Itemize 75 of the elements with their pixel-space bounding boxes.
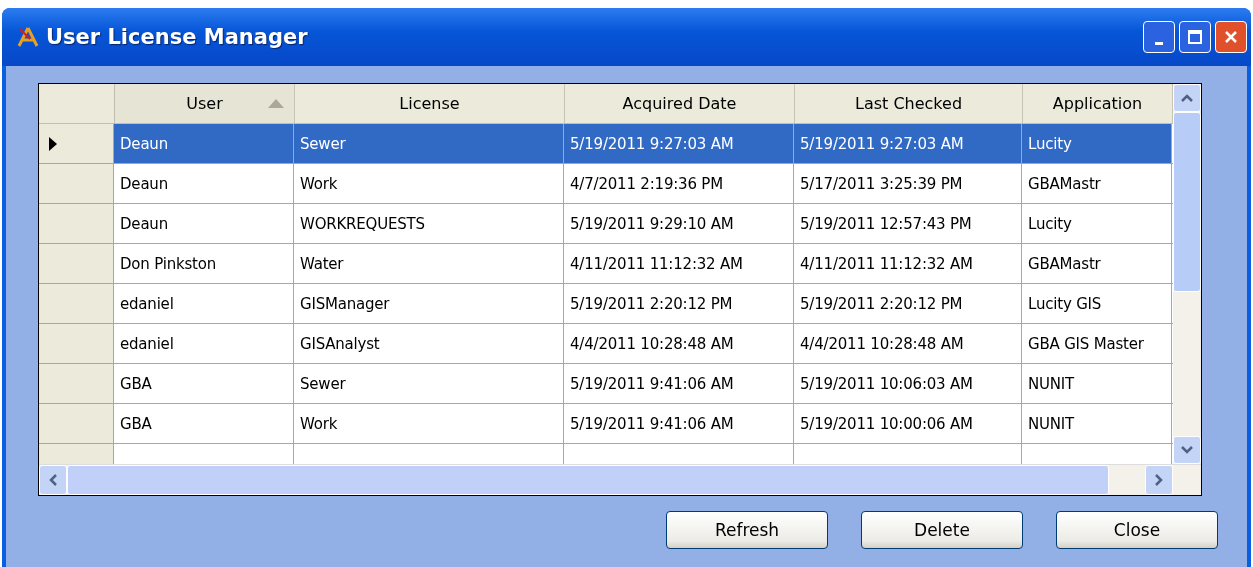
row-header[interactable]	[39, 324, 114, 363]
row-header[interactable]	[39, 244, 114, 283]
table-cell: edaniel	[114, 284, 294, 323]
table-cell: edaniel	[114, 324, 294, 363]
maximize-button[interactable]	[1179, 21, 1211, 53]
minimize-icon	[1155, 41, 1163, 45]
table-cell: Deaun	[114, 124, 294, 163]
row-header[interactable]	[39, 404, 114, 443]
table-cell: Lucity GIS	[1022, 284, 1172, 323]
scroll-thumb[interactable]	[1173, 112, 1201, 292]
chevron-left-icon	[49, 474, 57, 486]
maximize-icon	[1187, 29, 1203, 45]
table-cell: 5/19/2011 9:27:03 AM	[794, 124, 1022, 163]
dialog-button[interactable]: Close	[1056, 511, 1218, 549]
vertical-scrollbar[interactable]	[1173, 84, 1201, 464]
chevron-down-icon	[1181, 446, 1193, 454]
table-cell: 4/4/2011 10:28:48 AM	[564, 324, 794, 363]
table-cell: 5/19/2011 9:29:10 AM	[564, 204, 794, 243]
table-cell: GBA	[114, 364, 294, 403]
table-cell: 4/7/2011 2:19:36 PM	[564, 164, 794, 203]
scroll-down-button[interactable]	[1173, 436, 1201, 464]
row-header[interactable]	[39, 204, 114, 243]
minimize-button[interactable]	[1143, 21, 1175, 53]
table-cell: WORKREQUESTS	[294, 204, 564, 243]
close-icon	[1223, 29, 1239, 45]
row-header[interactable]	[39, 164, 114, 203]
table-cell: Deaun	[114, 164, 294, 203]
table-cell: Lucity	[1022, 124, 1172, 163]
table-cell: 5/19/2011 2:20:12 PM	[794, 284, 1022, 323]
table-cell: 5/19/2011 2:20:12 PM	[564, 284, 794, 323]
table-cell: NUNIT	[1022, 364, 1172, 403]
table-cell: Don Pinkston	[114, 244, 294, 283]
row-header[interactable]	[39, 364, 114, 403]
table-cell: 4/4/2011 10:28:48 AM	[794, 324, 1022, 363]
table-cell: 5/19/2011 9:41:06 AM	[564, 364, 794, 403]
column-header[interactable]: User	[115, 84, 295, 123]
row-header[interactable]	[39, 124, 114, 163]
current-row-icon	[49, 136, 57, 151]
sort-arrow-icon	[268, 99, 284, 108]
table-cell: 5/19/2011 10:00:06 AM	[794, 404, 1022, 443]
table-cell: 5/19/2011 12:57:43 PM	[794, 204, 1022, 243]
table-cell: GBAMastr	[1022, 164, 1172, 203]
table-cell: 5/19/2011 9:27:03 AM	[564, 124, 794, 163]
chevron-right-icon	[1155, 474, 1163, 486]
table-cell: Water	[294, 244, 564, 283]
close-button[interactable]	[1215, 21, 1247, 53]
table-cell: GBAMastr	[1022, 244, 1172, 283]
table-cell: GISManager	[294, 284, 564, 323]
table-cell: 5/17/2011 3:25:39 PM	[794, 164, 1022, 203]
table-cell: GBA GIS Master	[1022, 324, 1172, 363]
window-title: User License Manager	[46, 25, 309, 49]
table-cell: GISAnalyst	[294, 324, 564, 363]
table-cell: 5/19/2011 9:41:06 AM	[564, 404, 794, 443]
table-cell: NUNIT	[1022, 404, 1172, 443]
table-cell: GBA	[114, 404, 294, 443]
dialog-button[interactable]: Delete	[861, 511, 1023, 549]
scroll-right-button[interactable]	[1145, 465, 1173, 495]
chevron-up-icon	[1181, 94, 1193, 102]
table-cell: 4/11/2011 11:12:32 AM	[794, 244, 1022, 283]
table-cell: 4/11/2011 11:12:32 AM	[564, 244, 794, 283]
compass-icon	[16, 25, 40, 49]
column-header[interactable]: Last Checked	[795, 84, 1023, 123]
table-cell: Lucity	[1022, 204, 1172, 243]
table-cell: Sewer	[294, 364, 564, 403]
table-cell: 5/19/2011 10:06:03 AM	[794, 364, 1022, 403]
scroll-up-button[interactable]	[1173, 84, 1201, 112]
table-cell: Deaun	[114, 204, 294, 243]
table-cell: Work	[294, 404, 564, 443]
column-header[interactable]: Acquired Date	[565, 84, 795, 123]
table-cell: Work	[294, 164, 564, 203]
column-header[interactable]: License	[295, 84, 565, 123]
table-cell: Sewer	[294, 124, 564, 163]
dialog-button[interactable]: Refresh	[666, 511, 828, 549]
scroll-left-button[interactable]	[39, 465, 67, 495]
row-header[interactable]	[39, 284, 114, 323]
